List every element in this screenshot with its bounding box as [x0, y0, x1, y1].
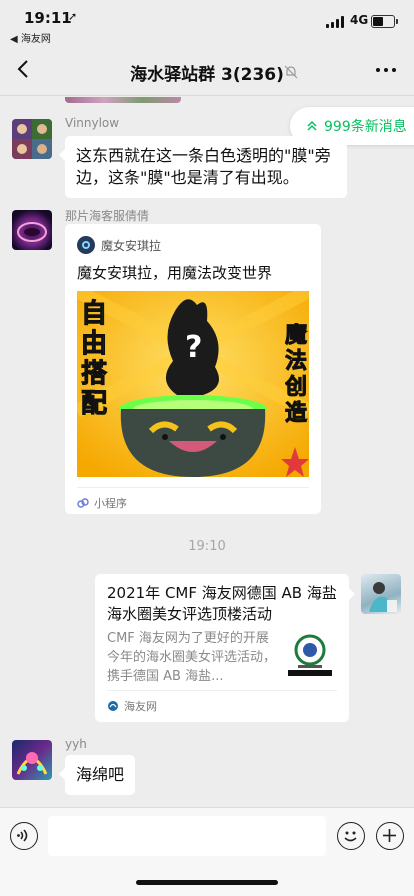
avatar[interactable]	[361, 574, 401, 614]
avatar[interactable]	[12, 210, 52, 250]
more-dots-icon[interactable]	[376, 68, 396, 72]
bell-off-icon	[284, 64, 298, 83]
battery-level	[373, 17, 383, 26]
sender-name: Vinnylow	[65, 116, 120, 130]
message-input[interactable]	[48, 816, 326, 856]
network-type: 4G	[350, 13, 369, 27]
mini-program-card[interactable]: 魔女安琪拉 魔女安琪拉，用魔法改变世界 ? 自由搭配 魔法创造 小程序	[65, 224, 321, 514]
sender-name: yyh	[65, 737, 87, 751]
plus-icon[interactable]	[376, 822, 404, 850]
new-messages-label: 999条新消息	[324, 119, 407, 135]
mini-program-source-name: 魔女安琪拉	[101, 238, 162, 253]
status-time: 19:11	[24, 9, 72, 27]
mini-program-icon	[77, 498, 89, 508]
cover-text-right: 魔法创造	[285, 323, 308, 427]
double-chevron-up-icon	[307, 120, 317, 131]
mini-program-footer: 小程序	[77, 487, 309, 511]
signal-icon	[326, 16, 344, 28]
article-description: CMF 海友网为了更好的开展今年的海水圈美女评选活动，携手德国 AB 海盐...	[107, 631, 277, 684]
emoji-icon[interactable]	[337, 822, 365, 850]
status-bar: 19:11 ➚ ◀ 海友网 4G	[0, 0, 414, 45]
home-indicator	[136, 880, 278, 885]
mini-program-cover-image: ? 自由搭配 魔法创造	[77, 291, 309, 477]
source-logo-icon	[108, 701, 118, 711]
location-arrow-icon: ➚	[68, 10, 78, 23]
mini-program-title: 魔女安琪拉，用魔法改变世界	[77, 264, 273, 282]
chat-header: 海水驿站群 3(236)	[0, 44, 414, 96]
message-timestamp: 19:10	[188, 539, 226, 554]
article-card[interactable]: 2021年 CMF 海友网德国 AB 海盐海水圈美女评选顶楼活动 CMF 海友网…	[95, 574, 355, 722]
page-title: 海水驿站群 3(236)	[130, 65, 284, 85]
article-source: 海友网	[124, 700, 157, 713]
article-footer: 海友网	[107, 690, 337, 714]
mini-program-logo-icon	[77, 236, 95, 254]
sender-name: 那片海客服倩倩	[65, 209, 150, 223]
avatar[interactable]	[12, 740, 52, 780]
mini-program-footer-label: 小程序	[94, 497, 127, 510]
partial-image-message[interactable]	[65, 97, 181, 103]
mini-program-source: 魔女安琪拉	[77, 236, 161, 254]
battery-icon	[371, 15, 398, 28]
message-bubble[interactable]: 这东西就在这一条白色透明的"膜"旁边，这条"膜"也是清了有出现。	[59, 136, 347, 198]
article-thumbnail	[284, 630, 336, 682]
back-to-app-link[interactable]: ◀ 海友网	[10, 30, 51, 45]
message-list[interactable]: 999条新消息 Vinnylow 这东西就在这一条白色透明的"膜"旁边，这条"膜…	[0, 97, 414, 807]
article-title: 2021年 CMF 海友网德国 AB 海盐海水圈美女评选顶楼活动	[107, 584, 337, 623]
avatar[interactable]	[12, 119, 52, 159]
cover-text-left: 自由搭配	[81, 299, 108, 420]
svg-text:?: ?	[185, 330, 202, 365]
voice-icon[interactable]	[10, 822, 38, 850]
message-bubble[interactable]: 海绵吧	[58, 755, 136, 795]
